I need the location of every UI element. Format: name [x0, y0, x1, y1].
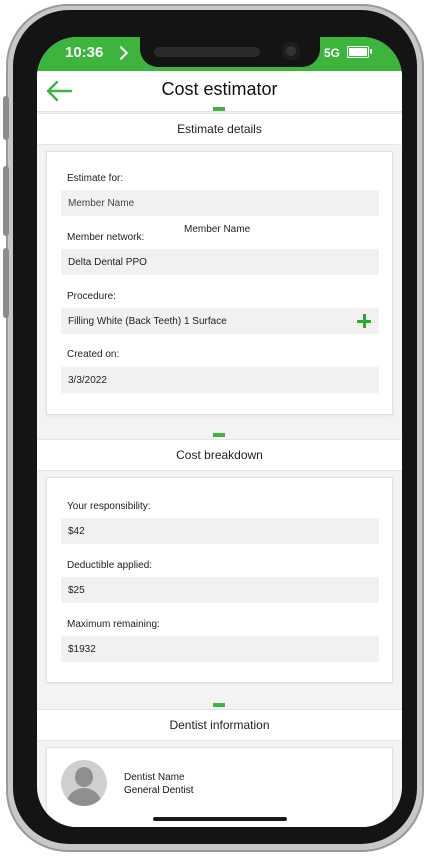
- cost-accent-bar: [213, 433, 225, 437]
- deductible-field[interactable]: $25: [61, 577, 379, 603]
- cost-breakdown-card: Your responsibility: $42 Deductible appl…: [46, 477, 393, 683]
- dentist-card[interactable]: Dentist Name General Dentist: [46, 747, 393, 827]
- network-label: 5G: [324, 46, 341, 60]
- dentist-info-header: Dentist information: [37, 709, 402, 741]
- front-camera: [282, 42, 300, 60]
- created-on-label: Created on:: [67, 349, 120, 360]
- member-network-label: Member network:: [67, 232, 145, 243]
- volume-down-button: [3, 248, 9, 318]
- member-name-overlay: Member Name: [184, 224, 251, 235]
- plus-icon[interactable]: [357, 314, 371, 328]
- avatar-body: [66, 788, 102, 806]
- estimate-for-field[interactable]: Member Name: [61, 190, 379, 216]
- member-network-field[interactable]: Delta Dental PPO: [61, 249, 379, 275]
- responsibility-field[interactable]: $42: [61, 518, 379, 544]
- dentist-role: General Dentist: [124, 785, 194, 796]
- speaker-grille: [154, 47, 260, 57]
- responsibility-label: Your responsibility:: [67, 501, 151, 512]
- estimate-details-header: Estimate details: [37, 113, 402, 145]
- estimate-for-label: Estimate for:: [67, 173, 124, 184]
- battery-icon: [347, 46, 369, 58]
- dentist-accent-bar: [213, 703, 225, 707]
- avatar-head: [75, 767, 93, 787]
- deductible-label: Deductible applied:: [67, 560, 153, 571]
- battery-tip: [370, 49, 372, 54]
- estimate-details-card: Estimate for: Member Name Member network…: [46, 151, 393, 415]
- dentist-name: Dentist Name: [124, 772, 185, 783]
- location-arrow-icon: [113, 45, 129, 61]
- maximum-field[interactable]: $1932: [61, 636, 379, 662]
- page-title: Cost estimator: [161, 79, 278, 99]
- procedure-field[interactable]: Filling White (Back Teeth) 1 Surface: [61, 308, 379, 334]
- created-on-field[interactable]: 3/3/2022: [61, 367, 379, 393]
- camera-notch: [140, 37, 320, 67]
- procedure-label: Procedure:: [67, 291, 116, 302]
- person-avatar-icon: [61, 760, 107, 806]
- home-indicator[interactable]: [153, 817, 287, 821]
- section-title: Dentist information: [169, 718, 270, 732]
- title-accent-bar: [213, 107, 225, 111]
- status-time: 10:36: [65, 44, 104, 61]
- cost-breakdown-header: Cost breakdown: [37, 439, 402, 471]
- volume-up-button: [3, 166, 9, 236]
- app-bar: Cost estimator: [37, 71, 402, 112]
- mute-switch: [3, 96, 9, 140]
- maximum-label: Maximum remaining:: [67, 619, 160, 630]
- procedure-value: Filling White (Back Teeth) 1 Surface: [68, 316, 227, 327]
- section-title: Estimate details: [177, 122, 262, 136]
- screen: 10:36 5G Cost estimator Estimate details…: [37, 37, 402, 827]
- section-title: Cost breakdown: [176, 448, 263, 462]
